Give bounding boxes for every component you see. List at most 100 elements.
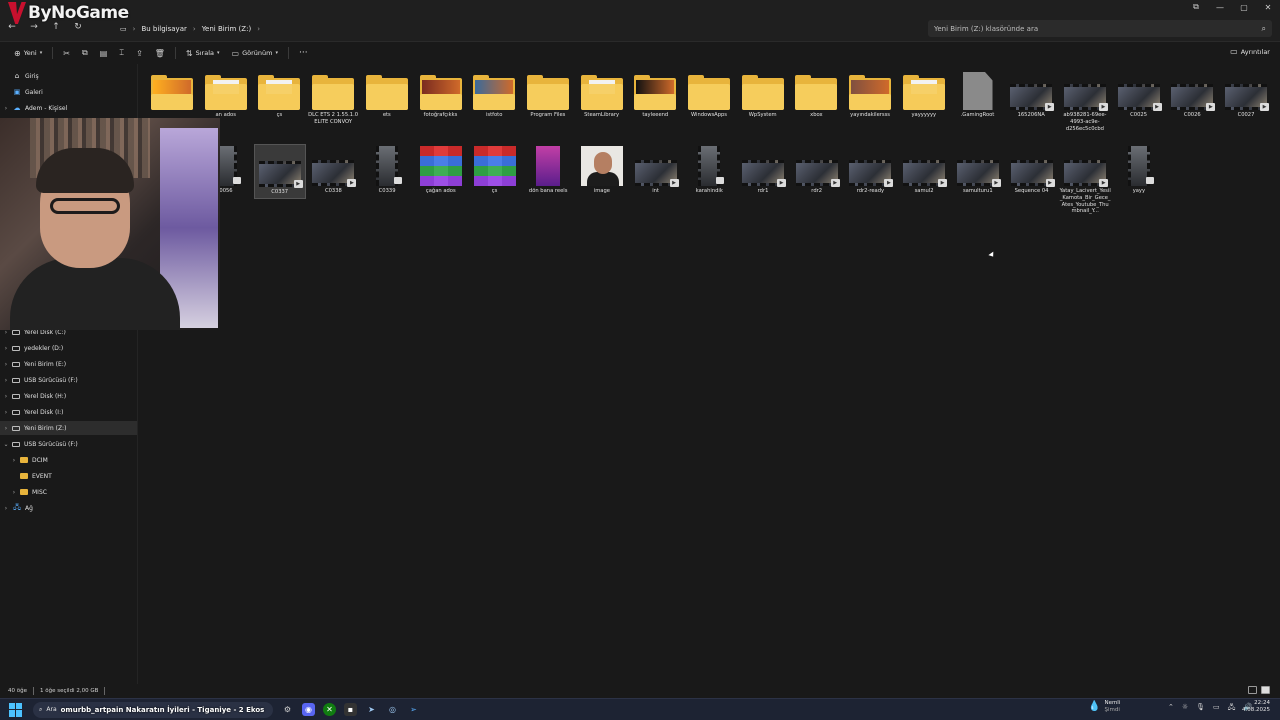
sidebar-item-drive-h[interactable]: › Yerel Disk (H:) — [0, 389, 137, 403]
folder-item[interactable]: yayındakilersss — [844, 68, 896, 121]
file-item[interactable]: .GamingRoot — [952, 68, 1004, 121]
terminal-app-icon[interactable]: ▪ — [344, 703, 357, 716]
file-item[interactable]: ▶ C0338 — [307, 144, 359, 197]
chevron-right-icon[interactable]: › — [0, 105, 12, 112]
file-item[interactable]: çağan ados — [415, 144, 467, 197]
file-item[interactable]: ▶ C0025 — [1113, 68, 1165, 121]
file-item[interactable]: ▶ C0027 — [1220, 68, 1272, 121]
clock[interactable]: 22:24 4.08.2025 — [1242, 700, 1270, 714]
chevron-right-icon[interactable]: › — [0, 409, 12, 416]
more-button[interactable]: ··· — [293, 45, 314, 61]
folder-item[interactable]: fotoğrafçıkks — [415, 68, 467, 121]
chevron-right-icon[interactable]: › — [0, 425, 12, 432]
folder-item[interactable]: ets — [361, 68, 413, 121]
mic-icon[interactable]: 🎙 — [1196, 703, 1205, 714]
taskbar-search[interactable]: ⌕ Ara omurbb_artpain Nakaratın İyileri -… — [33, 701, 273, 718]
sidebar-item-network[interactable]: › 🖧 Ağ — [0, 501, 137, 515]
copy-button[interactable]: ⧉ — [76, 45, 94, 61]
monitor-icon[interactable]: ▭ — [1213, 703, 1220, 714]
maximize-button[interactable]: ▢ — [1232, 0, 1256, 14]
folder-item[interactable]: DLC ETS 2 1.55.1.0 ELITE CONVOY — [307, 68, 359, 128]
discord-app-icon[interactable]: ◉ — [302, 703, 315, 716]
chevron-right-icon[interactable]: › — [0, 393, 12, 400]
file-item[interactable]: ▶ 165206NA — [1005, 68, 1057, 121]
chevron-up-icon[interactable]: ⌃ — [1168, 703, 1174, 714]
folder-item[interactable]: çs — [253, 68, 305, 121]
file-item[interactable]: ▶ C0026 — [1166, 68, 1218, 121]
file-item[interactable]: image — [576, 144, 628, 197]
folder-item[interactable]: istfoto — [468, 68, 520, 121]
steam-app-icon[interactable]: ➤ — [365, 703, 378, 716]
file-item[interactable]: ▶ rdr1 — [737, 144, 789, 197]
file-item[interactable]: ▶ samul2 — [898, 144, 950, 197]
file-item[interactable]: ▶ rdr2-ready — [844, 144, 896, 197]
delete-button[interactable]: 🗑 — [149, 45, 171, 61]
network-icon[interactable]: 🖧 — [1228, 703, 1236, 714]
sidebar-item-drive-d[interactable]: › yedekler (D:) — [0, 341, 137, 355]
folder-item[interactable]: an ados — [200, 68, 252, 121]
sidebar-item-misc[interactable]: › MISC — [0, 485, 137, 499]
file-item[interactable]: C0339 — [361, 144, 413, 197]
folder-item[interactable]: WindowsApps — [683, 68, 735, 121]
folder-item[interactable]: xbox — [790, 68, 842, 121]
sidebar-item-drive-f[interactable]: › USB Sürücüsü (F:) — [0, 373, 137, 387]
search-box[interactable]: ⌕ — [928, 20, 1272, 37]
sidebar-item-home[interactable]: ⌂ Giriş — [0, 69, 137, 83]
browser-app-icon[interactable]: ◎ — [386, 703, 399, 716]
share-button[interactable]: ⇪ — [130, 45, 149, 61]
sort-button[interactable]: ⇅ Sırala ▾ — [180, 45, 226, 61]
sidebar-item-usb[interactable]: ⌄ USB Sürücüsü (F:) — [0, 437, 137, 451]
weather-widget[interactable]: 💧 Nemli Şimdi — [1088, 700, 1120, 713]
sidebar-item-dcim[interactable]: › DCIM — [0, 453, 137, 467]
folder-item[interactable] — [146, 68, 198, 114]
sidebar-item-drive-i[interactable]: › Yerel Disk (I:) — [0, 405, 137, 419]
breadcrumb-drive-z[interactable]: Yeni Birim (Z:) — [202, 25, 252, 33]
chevron-right-icon[interactable]: › — [0, 345, 12, 352]
details-button[interactable]: ▭ Ayrıntılar — [1230, 47, 1270, 56]
file-item[interactable]: yayy — [1113, 144, 1165, 197]
sidebar-item-event[interactable]: EVENT — [0, 469, 137, 483]
paste-button[interactable]: ▤ — [94, 45, 114, 61]
chevron-right-icon[interactable]: › — [0, 377, 12, 384]
file-item[interactable]: dön bana reels — [522, 144, 574, 197]
file-item[interactable]: ▶ samulturu1 — [952, 144, 1004, 197]
view-button[interactable]: ▭ Görünüm ▾ — [226, 45, 284, 61]
folder-item[interactable]: SteamLibrary — [576, 68, 628, 121]
details-view-button[interactable] — [1248, 686, 1257, 694]
chevron-right-icon[interactable]: › — [8, 457, 20, 464]
chevron-right-icon[interactable]: › — [0, 361, 12, 368]
large-icons-view-button[interactable] — [1261, 686, 1270, 694]
chevron-down-icon[interactable]: ⌄ — [0, 441, 12, 448]
sidebar-item-onedrive[interactable]: › ☁ Adem - Kişisel — [0, 101, 137, 115]
folder-item[interactable]: WpSystem — [737, 68, 789, 121]
chevron-right-icon[interactable]: › — [257, 25, 260, 33]
file-item[interactable]: ▶ Yatay_Lacivert_Yesil_Kamota_Bir_Gece_At… — [1059, 144, 1111, 217]
restore-icon[interactable]: ⧉ — [1184, 0, 1208, 14]
start-button[interactable] — [9, 702, 23, 717]
sidebar-item-drive-e[interactable]: › Yeni Birim (E:) — [0, 357, 137, 371]
file-item[interactable]: ▶ ab938281-69ee-4993-ac9e-d256ec5c0cbd — [1059, 68, 1111, 134]
search-input[interactable] — [934, 24, 1234, 33]
settings-app-icon[interactable]: ⚙ — [281, 703, 294, 716]
file-item[interactable]: ▶ Sequence 04 — [1006, 144, 1058, 197]
file-item[interactable]: ▶ int — [630, 144, 682, 197]
minimize-button[interactable]: — — [1208, 0, 1232, 14]
folder-item[interactable]: yayyyyyy — [898, 68, 950, 121]
chevron-right-icon[interactable]: › — [0, 505, 12, 512]
file-item[interactable]: ▶ rdr2 — [791, 144, 843, 197]
breadcrumb-this-pc[interactable]: Bu bilgisayar — [141, 25, 186, 33]
sidebar-item-drive-z[interactable]: › Yeni Birim (Z:) — [0, 421, 137, 435]
xbox-app-icon[interactable]: ✕ — [323, 703, 336, 716]
file-item[interactable]: karahindik — [683, 144, 735, 197]
chevron-right-icon[interactable]: › — [8, 489, 20, 496]
rename-button[interactable]: ⌶ — [113, 45, 130, 61]
cut-button[interactable]: ✂ — [57, 45, 76, 61]
file-item[interactable]: ▶ C0337 — [253, 144, 306, 199]
folder-item[interactable]: Program Files — [522, 68, 574, 121]
new-button[interactable]: ⊕ Yeni ▾ — [8, 45, 48, 61]
folder-item[interactable]: tayleeend — [629, 68, 681, 121]
telegram-app-icon[interactable]: ➢ — [407, 703, 420, 716]
file-item[interactable]: çs — [469, 144, 521, 197]
brightness-icon[interactable]: ☼ — [1182, 703, 1188, 714]
close-button[interactable]: ✕ — [1256, 0, 1280, 14]
